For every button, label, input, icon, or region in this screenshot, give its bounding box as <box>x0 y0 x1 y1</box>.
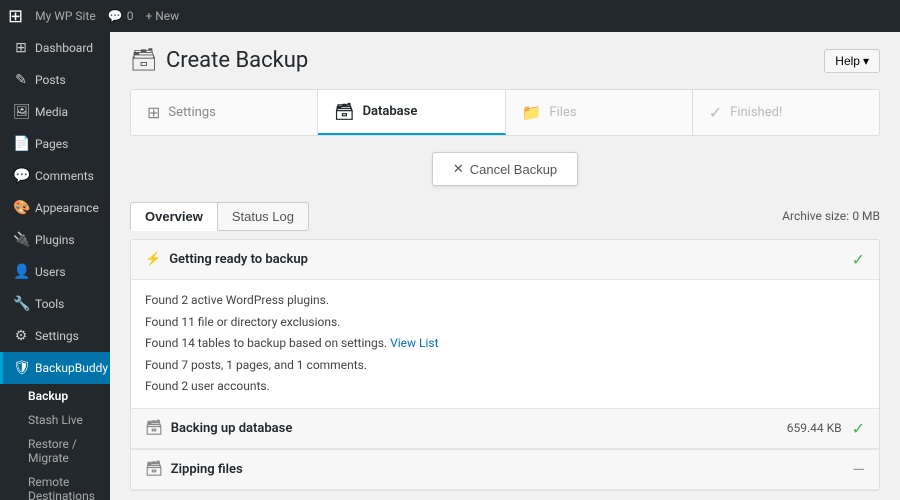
sidebar-item-posts[interactable]: ✎ Posts <box>0 64 110 96</box>
sidebar-item-label: Settings <box>35 329 79 343</box>
overview-tabs: Overview Status Log <box>130 202 309 231</box>
db-size-value: 659.44 KB <box>787 421 842 435</box>
log-line: Found 2 active WordPress plugins. <box>145 290 865 312</box>
sidebar-item-label: Appearance <box>35 201 99 215</box>
page-title: Create Backup <box>166 48 308 73</box>
db-backup-icon: 🗃 <box>145 420 163 436</box>
getting-ready-check-icon: ✓ <box>852 250 865 269</box>
sidebar-item-label: Users <box>35 265 66 279</box>
zip-right: — <box>853 460 866 479</box>
archive-size-value: 0 MB <box>852 209 880 223</box>
sidebar-item-appearance[interactable]: 🎨 Appearance <box>0 192 110 224</box>
files-step-icon: 📁 <box>522 103 542 122</box>
db-check-icon: ✓ <box>852 419 865 438</box>
step-tab-files: 📁 Files <box>506 90 693 135</box>
main-content: 🗃 Create Backup Help ▾ ⊞ Settings 🗃 Data… <box>110 32 900 500</box>
view-list-link[interactable]: View List <box>390 336 438 350</box>
sidebar-item-media[interactable]: 🖼 Media <box>0 96 110 128</box>
finished-step-icon: ✓ <box>709 103 722 122</box>
log-section-zipping: 🗃 Zipping files — <box>131 450 879 490</box>
sidebar-item-label: Plugins <box>35 233 75 247</box>
cancel-backup-button[interactable]: ✕ Cancel Backup <box>432 152 578 186</box>
tab-status-log[interactable]: Status Log <box>218 202 309 231</box>
sidebar-item-tools[interactable]: 🔧 Tools <box>0 288 110 320</box>
wp-logo-icon: ⊞ <box>8 6 23 27</box>
plugins-icon: 🔌 <box>13 232 29 248</box>
archive-size-label: Archive size: <box>782 209 849 223</box>
log-line: Found 11 file or directory exclusions. <box>145 312 865 334</box>
log-section-db-header: 🗃 Backing up database 659.44 KB ✓ <box>131 409 879 449</box>
overview-header: Overview Status Log Archive size: 0 MB <box>130 202 880 231</box>
getting-ready-body: Found 2 active WordPress plugins. Found … <box>131 280 879 408</box>
zip-title: 🗃 Zipping files <box>145 461 243 477</box>
sidebar-sub-stash-live[interactable]: Stash Live <box>0 408 110 432</box>
admin-bar-new[interactable]: + New <box>145 9 179 23</box>
sidebar: ⊞ Dashboard ✎ Posts 🖼 Media 📄 Pages 💬 Co… <box>0 32 110 500</box>
backup-title-icon: 🗃 <box>130 48 158 73</box>
media-icon: 🖼 <box>13 104 29 120</box>
appearance-icon: 🎨 <box>13 200 29 216</box>
step-tab-database[interactable]: 🗃 Database <box>318 90 505 135</box>
sidebar-item-label: BackupBuddy <box>35 361 108 375</box>
sidebar-sub-backup[interactable]: Backup <box>0 384 110 408</box>
pages-icon: 📄 <box>13 136 29 152</box>
sidebar-item-label: Comments <box>35 169 94 183</box>
admin-bar: ⊞ My WP Site 💬 0 + New <box>0 0 900 32</box>
dashboard-icon: ⊞ <box>13 40 29 56</box>
step-tab-settings[interactable]: ⊞ Settings <box>131 90 318 135</box>
settings-icon: ⚙ <box>13 328 29 344</box>
log-line: Found 14 tables to backup based on setti… <box>145 333 865 355</box>
help-button[interactable]: Help ▾ <box>824 49 880 73</box>
sidebar-item-backupbuddy[interactable]: 🛡 BackupBuddy <box>0 352 110 384</box>
page-header: 🗃 Create Backup Help ▾ <box>130 48 880 73</box>
sidebar-sub-restore-migrate[interactable]: Restore / Migrate <box>0 432 110 470</box>
tools-icon: 🔧 <box>13 296 29 312</box>
log-section-getting-ready: ⚡ Getting ready to backup ✓ Found 2 acti… <box>131 240 879 409</box>
posts-icon: ✎ <box>13 72 29 88</box>
db-backup-title: 🗃 Backing up database <box>145 420 292 436</box>
users-icon: 👤 <box>13 264 29 280</box>
archive-size-display: Archive size: 0 MB <box>782 209 880 224</box>
comments-icon: 💬 <box>13 168 29 184</box>
sidebar-item-plugins[interactable]: 🔌 Plugins <box>0 224 110 256</box>
getting-ready-title: ⚡ Getting ready to backup <box>145 252 308 267</box>
admin-bar-site-name: My WP Site <box>35 9 96 23</box>
sidebar-item-label: Posts <box>35 73 66 87</box>
zip-in-progress-icon: — <box>853 460 866 479</box>
log-line: Found 2 user accounts. <box>145 376 865 398</box>
tab-overview[interactable]: Overview <box>130 202 218 231</box>
sidebar-item-comments[interactable]: 💬 Comments <box>0 160 110 192</box>
admin-bar-comments[interactable]: 💬 0 <box>108 9 134 23</box>
sidebar-sub-remote-destinations[interactable]: Remote Destinations <box>0 470 110 500</box>
cancel-x-icon: ✕ <box>453 161 464 177</box>
log-section-zip-header: 🗃 Zipping files — <box>131 450 879 490</box>
sidebar-item-pages[interactable]: 📄 Pages <box>0 128 110 160</box>
admin-bar-site[interactable]: My WP Site <box>35 9 96 23</box>
log-line: Found 7 posts, 1 pages, and 1 comments. <box>145 355 865 377</box>
sidebar-item-settings[interactable]: ⚙ Settings <box>0 320 110 352</box>
sidebar-item-label: Dashboard <box>35 41 93 55</box>
page-title-area: 🗃 Create Backup <box>130 48 308 73</box>
step-tabs: ⊞ Settings 🗃 Database 📁 Files ✓ Finished… <box>130 89 880 136</box>
zip-icon: 🗃 <box>145 461 163 477</box>
sidebar-item-users[interactable]: 👤 Users <box>0 256 110 288</box>
sidebar-item-label: Pages <box>35 137 68 151</box>
sidebar-item-label: Tools <box>35 297 64 311</box>
cancel-area: ✕ Cancel Backup <box>130 152 880 186</box>
log-panel: ⚡ Getting ready to backup ✓ Found 2 acti… <box>130 239 880 491</box>
lightning-icon: ⚡ <box>145 252 161 267</box>
step-tab-finished: ✓ Finished! <box>693 90 879 135</box>
backupbuddy-icon: 🛡 <box>13 360 29 376</box>
sidebar-item-label: Media <box>35 105 68 119</box>
log-section-backing-up-db: 🗃 Backing up database 659.44 KB ✓ <box>131 409 879 450</box>
log-section-getting-ready-header: ⚡ Getting ready to backup ✓ <box>131 240 879 280</box>
database-step-icon: 🗃 <box>334 102 354 121</box>
db-backup-right: 659.44 KB ✓ <box>787 419 865 438</box>
settings-step-icon: ⊞ <box>147 103 160 122</box>
main-layout: ⊞ Dashboard ✎ Posts 🖼 Media 📄 Pages 💬 Co… <box>0 32 900 500</box>
sidebar-item-dashboard[interactable]: ⊞ Dashboard <box>0 32 110 64</box>
